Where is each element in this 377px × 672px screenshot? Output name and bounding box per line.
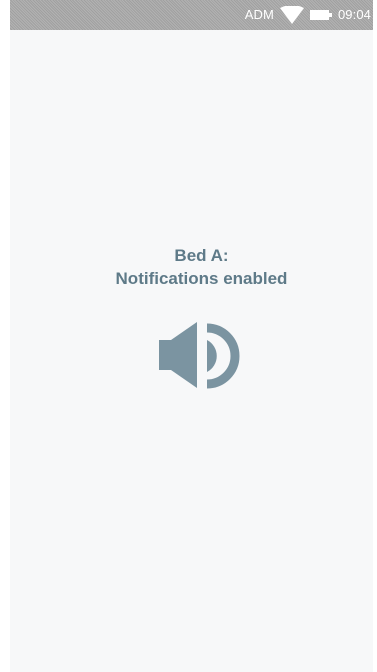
app-screen: ADM 09:04 Bed A: Notifications enabled: [10, 0, 373, 672]
battery-icon: [309, 10, 332, 20]
speaker-volume-icon: [159, 316, 245, 396]
notification-status-text: Notifications enabled: [115, 269, 288, 288]
wifi-icon: [279, 6, 304, 24]
status-bar: ADM 09:04: [10, 0, 373, 30]
status-indicators: ADM 09:04: [245, 0, 371, 30]
operator-label: ADM: [244, 7, 274, 22]
bed-label: Bed A:: [174, 246, 229, 265]
notification-status-message: Bed A: Notifications enabled: [10, 244, 377, 290]
clock: 09:04: [337, 7, 371, 22]
